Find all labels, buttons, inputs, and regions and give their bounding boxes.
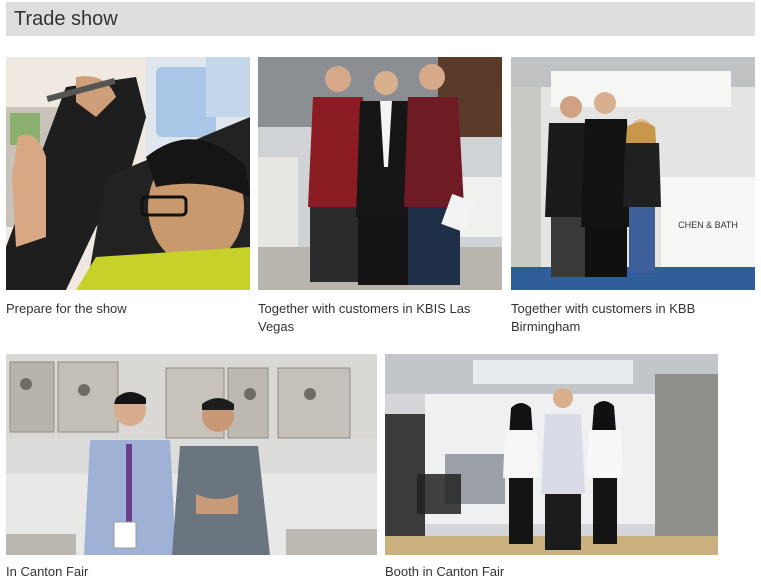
prepare-photo[interactable] <box>6 57 250 290</box>
gallery-caption: Together with customers in KBB Birmingha… <box>511 301 696 334</box>
section-title: Trade show <box>14 8 118 30</box>
canton-photo[interactable] <box>6 354 377 555</box>
booth-sign-text: CHEN & BATH <box>678 220 738 230</box>
gallery-caption: Booth in Canton Fair <box>385 564 505 579</box>
kbis-photo[interactable] <box>258 57 502 290</box>
gallery-caption: Prepare for the show <box>6 301 127 316</box>
booth-photo[interactable] <box>385 354 718 555</box>
gallery-caption: In Canton Fair <box>6 564 89 579</box>
section-header: Trade show <box>6 2 755 36</box>
gallery-caption: Together with customers in KBIS Las Vega… <box>258 301 471 334</box>
kbb-photo[interactable]: CHEN & BATH <box>511 57 755 290</box>
